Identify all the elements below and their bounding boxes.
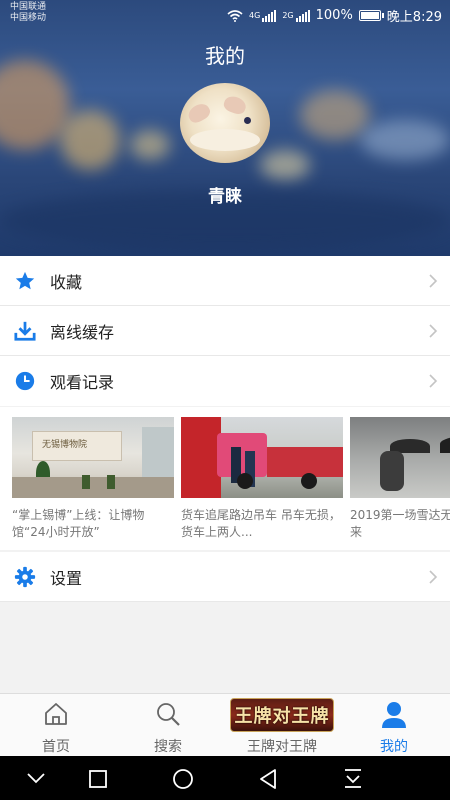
history-caption-1: “掌上锡博”上线：让博物馆“24小时开放” [12, 508, 145, 539]
history-thumbnail-3 [350, 417, 450, 498]
network-type-2: 2G [282, 11, 294, 20]
menu-item-history[interactable]: 观看记录 [0, 356, 450, 406]
wifi-icon [227, 9, 243, 22]
clock-icon [15, 371, 35, 391]
battery-icon [358, 10, 384, 21]
system-nav-bar [0, 756, 450, 800]
avatar[interactable] [180, 83, 270, 163]
menu-label-history: 观看记录 [50, 373, 115, 392]
history-card-2[interactable]: 货车追尾路边吊车 吊车无损，货车上两人... [181, 417, 343, 541]
menu-item-settings[interactable]: 设置 [0, 552, 450, 602]
chevron-right-icon [429, 374, 438, 388]
chevron-down-icon[interactable] [26, 772, 46, 784]
tab-home[interactable]: 首页 [0, 694, 112, 757]
menu-label-offline-cache: 离线缓存 [50, 322, 115, 342]
carrier-labels: 中国联通 中国移动 [10, 2, 46, 24]
tab-label-mine: 我的 [380, 739, 408, 755]
history-caption-3: 2019第一场雪达无锡！接下来 [350, 508, 450, 539]
museum-sign-text: 无锡博物院 [42, 440, 88, 450]
chevron-right-icon [429, 323, 438, 338]
menu-label-favorites: 收藏 [50, 272, 83, 292]
chevron-right-icon [429, 569, 438, 584]
history-strip: 无锡博物院 “掌上锡博”上线：让博物馆“24小时开放” 货车追尾路边吊车 吊车无… [0, 407, 450, 550]
search-icon [157, 703, 180, 726]
carrier-2: 中国移动 [10, 13, 47, 23]
profile-header: 中国联通 中国移动 4G 2G 100% 晚上8:29 我的 青睐 [0, 0, 450, 256]
tab-label-brand: 王牌对王牌 [247, 739, 317, 755]
signal-icon-1 [262, 9, 277, 22]
network-type-1: 4G [249, 11, 261, 20]
menu-item-favorites[interactable]: 收藏 [0, 256, 450, 306]
tab-label-search: 搜索 [154, 739, 182, 755]
bottom-tab-bar: 首页 搜索 王牌对王牌 王牌对王牌 我的 [0, 693, 450, 756]
gear-icon [14, 566, 36, 587]
brand-logo: 王牌对王牌 [230, 698, 334, 732]
back-icon[interactable] [258, 768, 278, 790]
history-caption-2: 货车追尾路边吊车 吊车无损，货车上两人... [181, 508, 341, 539]
star-icon [15, 271, 35, 289]
carrier-1: 中国联通 [10, 2, 47, 12]
user-icon [382, 702, 406, 728]
chevron-right-icon [429, 273, 438, 288]
battery-percent: 100% [315, 8, 353, 23]
status-bar: 中国联通 中国移动 4G 2G 100% 晚上8:29 [0, 0, 450, 28]
username[interactable]: 青睐 [0, 182, 450, 207]
clock-time: 晚上8:29 [386, 10, 442, 25]
history-thumbnail-2 [181, 417, 343, 498]
menu-label-settings: 设置 [50, 568, 83, 588]
status-indicators: 4G 2G 100% 晚上8:29 [227, 6, 442, 25]
home-circle-icon[interactable] [172, 768, 194, 790]
tab-search[interactable]: 搜索 [112, 694, 224, 757]
home-icon [45, 703, 67, 725]
notification-pulldown-icon[interactable] [343, 768, 363, 790]
menu-item-offline-cache[interactable]: 离线缓存 [0, 306, 450, 356]
history-card-1[interactable]: 无锡博物院 “掌上锡博”上线：让博物馆“24小时开放” [12, 417, 174, 541]
tab-label-home: 首页 [42, 739, 70, 755]
overview-icon[interactable] [88, 769, 108, 789]
download-icon [14, 321, 36, 341]
signal-icon-2 [295, 9, 310, 22]
tab-brand[interactable]: 王牌对王牌 王牌对王牌 [226, 694, 338, 757]
tab-mine[interactable]: 我的 [338, 694, 450, 757]
page-title: 我的 [205, 44, 245, 68]
history-card-3[interactable]: 2019第一场雪达无锡！接下来 [350, 417, 450, 541]
history-thumbnail-1: 无锡博物院 [12, 417, 174, 498]
